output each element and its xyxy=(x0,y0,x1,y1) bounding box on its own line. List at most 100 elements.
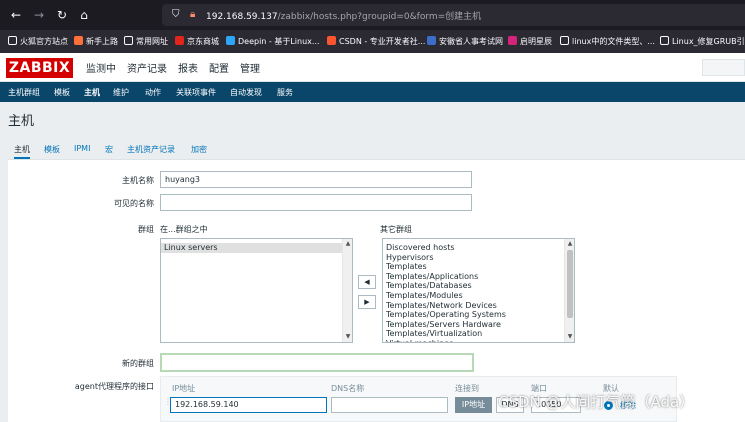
agent-interfaces-label: agent代理程序的接口 xyxy=(74,382,154,391)
sub-menu-item[interactable]: 关联项事件 xyxy=(176,87,216,98)
form-tabs: 主机 模板 IPMI 宏 主机资产记录 加密 xyxy=(8,141,745,159)
bookmark-label: 火狐官方站点 xyxy=(20,37,68,46)
zabbix-logo[interactable]: ZABBIX xyxy=(6,58,73,78)
page-title: 主机 xyxy=(8,114,35,129)
bookmark-label: 新手上路 xyxy=(86,37,118,46)
reload-icon[interactable]: ↻ xyxy=(54,7,70,23)
group-option[interactable]: Templates/Operating Systems xyxy=(383,310,564,320)
scroll-up-icon[interactable]: ▲ xyxy=(565,239,574,249)
bookmark-item[interactable]: linux中的文件类型、... xyxy=(560,36,655,47)
groups-label: 群组 xyxy=(138,225,154,234)
group-option[interactable]: Templates/Network Devices xyxy=(383,301,564,311)
sub-menu-item[interactable]: 主机群组 xyxy=(8,87,40,98)
move-left-button[interactable]: ◀ xyxy=(358,275,376,289)
connect-column-header: 连接到 xyxy=(455,384,479,393)
scroll-down-icon[interactable]: ▼ xyxy=(343,332,352,342)
group-option[interactable]: Virtual machines xyxy=(383,339,564,342)
main-menu: 监测中 资产记录 报表 配置 管理 xyxy=(86,60,271,75)
bookmark-item[interactable]: 京东商城 xyxy=(175,36,219,47)
bookmarks-bar: 火狐官方站点 新手上路 常用网址 京东商城 Deepin - 基于Linux... CSD… xyxy=(0,30,745,53)
bookmark-item[interactable]: 安徽省人事考试网 xyxy=(427,36,503,47)
bookmark-label: 京东商城 xyxy=(187,37,219,46)
tab-item[interactable]: IPMI xyxy=(74,144,90,153)
host-name-label: 主机名称 xyxy=(122,176,154,185)
bookmark-label: Deepin - 基于Linux... xyxy=(238,37,320,46)
ip-column-header: IP地址 xyxy=(172,384,196,393)
tab-item[interactable]: 宏 xyxy=(105,144,113,155)
interface-ip-input[interactable]: 192.168.59.140 xyxy=(170,397,327,413)
sub-menu-item[interactable]: 动作 xyxy=(145,87,161,98)
bookmark-favicon-icon xyxy=(8,36,17,45)
group-option[interactable]: Discovered hosts xyxy=(383,243,564,253)
forward-arrow-icon[interactable]: → xyxy=(31,7,47,23)
sub-menu-item[interactable]: 维护 xyxy=(113,87,129,98)
search-input[interactable] xyxy=(702,59,745,76)
host-name-input[interactable]: huyang3 xyxy=(160,171,472,188)
in-groups-listbox[interactable]: Linux servers ▲ ▼ xyxy=(160,238,353,343)
bookmark-label: linux中的文件类型、... xyxy=(572,37,655,46)
bookmark-item[interactable]: 启明星辰 xyxy=(508,36,552,47)
sub-menu-item[interactable]: 模板 xyxy=(54,87,70,98)
other-groups-listbox[interactable]: Discovered hosts Hypervisors Templates Temp… xyxy=(382,238,575,343)
group-option[interactable]: Templates/Applications xyxy=(383,272,564,282)
bookmark-item[interactable]: Deepin - 基于Linux... xyxy=(226,36,320,47)
new-group-input[interactable] xyxy=(160,353,474,372)
tab-item[interactable]: 加密 xyxy=(191,144,207,155)
back-arrow-icon[interactable]: ← xyxy=(8,7,24,23)
sub-menu-item[interactable]: 服务 xyxy=(277,87,293,98)
bookmark-item[interactable]: 火狐官方站点 xyxy=(8,36,68,47)
bookmark-label: Linux_修复GRUB引导 xyxy=(672,37,745,46)
main-menu-item[interactable]: 资产记录 xyxy=(127,60,167,75)
in-groups-scrollbar[interactable]: ▲ ▼ xyxy=(342,239,352,342)
browser-toolbar: ← → ↻ ⌂ ⛉ 🔒︎ 192.168.59.137/zabbix/hosts… xyxy=(0,0,745,30)
scroll-up-icon[interactable]: ▲ xyxy=(343,239,352,249)
group-option[interactable]: Templates xyxy=(383,262,564,272)
group-option[interactable]: Templates/Modules xyxy=(383,291,564,301)
other-groups-scrollbar[interactable]: ▲ ▼ xyxy=(564,239,574,342)
scroll-thumb[interactable] xyxy=(567,250,573,318)
group-option[interactable]: Templates/Virtualization xyxy=(383,329,564,339)
interface-dns-input[interactable] xyxy=(331,397,448,413)
url-host: 192.168.59.137 xyxy=(206,12,278,22)
bookmark-item[interactable]: 常用网址 xyxy=(124,36,168,47)
main-menu-item[interactable]: 配置 xyxy=(209,60,229,75)
visible-name-input[interactable] xyxy=(160,194,472,211)
shield-icon[interactable]: ⛉ xyxy=(172,9,180,20)
other-groups-label: 其它群组 xyxy=(380,225,412,234)
insecure-lock-icon[interactable]: 🔒︎ xyxy=(190,9,195,20)
bookmark-favicon-icon xyxy=(327,36,336,45)
main-menu-item[interactable]: 报表 xyxy=(178,60,198,75)
scroll-down-icon[interactable]: ▼ xyxy=(565,332,574,342)
home-icon[interactable]: ⌂ xyxy=(76,7,92,23)
bookmark-item[interactable]: Linux_修复GRUB引导 xyxy=(660,36,745,47)
url-text: 192.168.59.137/zabbix/hosts.php?groupid=… xyxy=(206,9,481,22)
bookmark-favicon-icon xyxy=(226,36,235,45)
drag-handle-icon[interactable]: ⋮⋮ xyxy=(164,398,180,412)
bookmark-item[interactable]: CSDN - 专业开发者社... xyxy=(327,36,425,47)
group-option[interactable]: Templates/Servers Hardware xyxy=(383,320,564,330)
main-menu-item[interactable]: 管理 xyxy=(240,60,260,75)
group-option[interactable]: Hypervisors xyxy=(383,253,564,263)
sub-menu-item[interactable]: 自动发现 xyxy=(230,87,262,98)
bookmark-favicon-icon xyxy=(508,36,517,45)
visible-name-label: 可见的名称 xyxy=(114,199,154,208)
sub-menu-item[interactable]: 主机 xyxy=(84,87,100,98)
listbox-options: Linux servers xyxy=(161,239,352,253)
tab-item[interactable]: 主机资产记录 xyxy=(127,144,175,155)
bookmark-favicon-icon xyxy=(427,36,436,45)
bookmark-label: 常用网址 xyxy=(136,37,168,46)
tab-item[interactable]: 模板 xyxy=(44,144,60,155)
group-option[interactable]: Templates/Databases xyxy=(383,281,564,291)
listbox-options: Discovered hosts Hypervisors Templates Temp… xyxy=(383,239,574,342)
new-group-label: 新的群组 xyxy=(122,359,154,368)
watermark: CSDN @人间打气筒（Ada） xyxy=(498,393,695,411)
url-path: /zabbix/hosts.php?groupid=0&form=创建主机 xyxy=(277,12,482,22)
address-bar[interactable]: ⛉ 🔒︎ 192.168.59.137/zabbix/hosts.php?gro… xyxy=(162,4,745,26)
tab-item[interactable]: 主机 xyxy=(14,144,30,159)
main-menu-item[interactable]: 监测中 xyxy=(86,60,116,75)
group-option[interactable]: Linux servers xyxy=(161,243,342,253)
bookmark-favicon-icon xyxy=(660,36,669,45)
move-right-button[interactable]: ▶ xyxy=(358,295,376,309)
connect-ip-button[interactable]: IP地址 xyxy=(455,397,492,413)
bookmark-item[interactable]: 新手上路 xyxy=(74,36,118,47)
